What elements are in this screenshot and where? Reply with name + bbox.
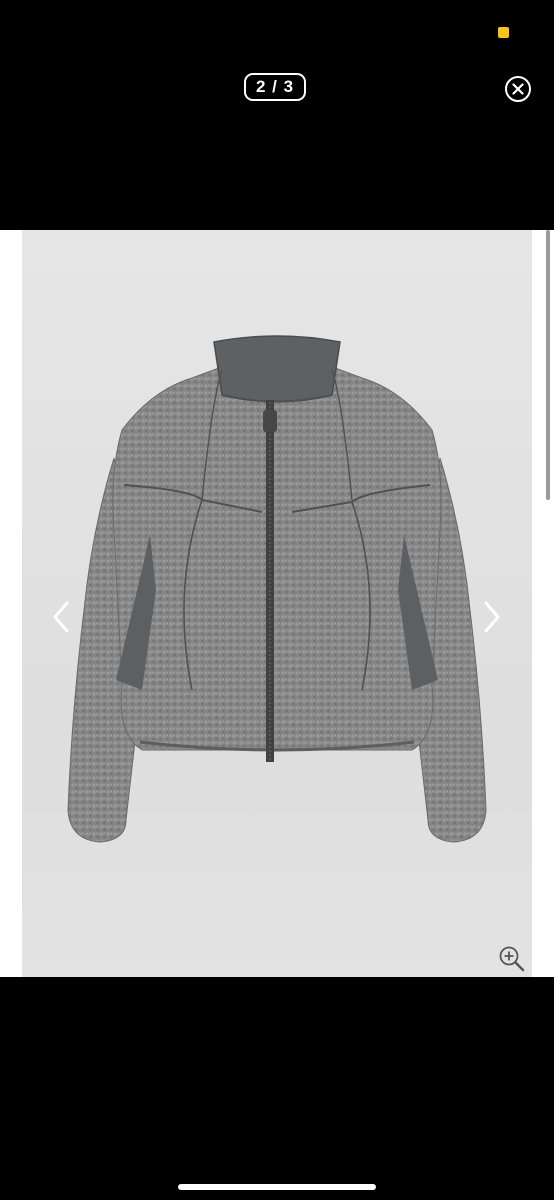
image-viewer[interactable]	[0, 230, 554, 977]
zoom-in-icon	[499, 946, 525, 972]
home-indicator[interactable]	[178, 1184, 376, 1190]
close-button[interactable]	[505, 76, 531, 102]
product-photo[interactable]	[22, 230, 532, 977]
image-counter: 2 / 3	[244, 73, 306, 101]
chevron-left-icon	[53, 601, 69, 633]
bottom-area	[0, 977, 554, 1200]
recording-indicator-dot	[498, 27, 509, 38]
previous-image-button[interactable]	[50, 600, 72, 634]
next-image-button[interactable]	[481, 600, 503, 634]
fleece-jacket-image	[67, 335, 487, 843]
zoom-button[interactable]	[498, 945, 526, 973]
scrollbar[interactable]	[546, 230, 550, 500]
close-icon	[512, 83, 524, 95]
chevron-right-icon	[484, 601, 500, 633]
